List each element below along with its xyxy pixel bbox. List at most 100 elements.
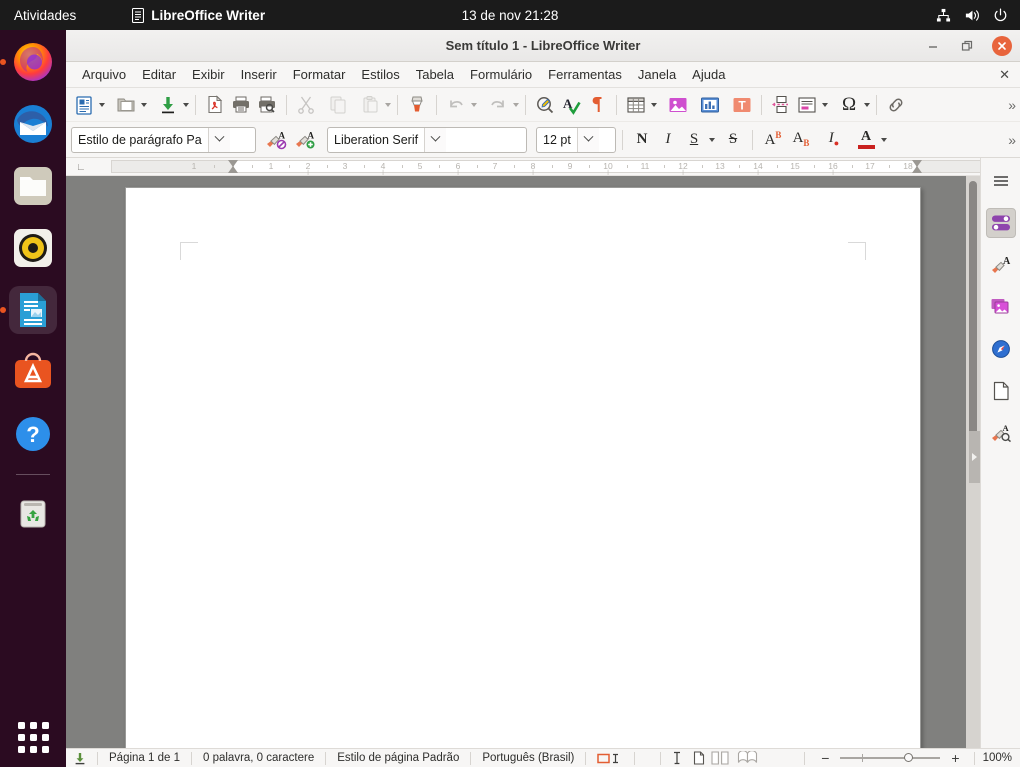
horizontal-ruler[interactable]: ∟ 1 1 2 3 4 5 6 7 8 9 10 11 12 13 14 15 … xyxy=(66,158,980,176)
sidebar-styles-button[interactable]: A xyxy=(986,250,1016,280)
language-status[interactable]: Português (Brasil) xyxy=(482,752,574,764)
power-icon[interactable] xyxy=(993,8,1008,23)
activities-button[interactable]: Atividades xyxy=(14,8,76,23)
dock-item-rhythmbox[interactable] xyxy=(9,224,57,272)
close-document-button[interactable]: ✕ xyxy=(999,67,1010,83)
menu-estilos[interactable]: Estilos xyxy=(353,64,407,85)
export-pdf-button[interactable] xyxy=(202,92,228,118)
new-style-button[interactable]: A xyxy=(292,127,318,153)
menu-tabela[interactable]: Tabela xyxy=(408,64,462,85)
dock-item-help[interactable]: ? xyxy=(9,410,57,458)
menu-exibir[interactable]: Exibir xyxy=(184,64,233,85)
menu-ferramentas[interactable]: Ferramentas xyxy=(540,64,630,85)
redo-dropdown[interactable] xyxy=(513,102,519,107)
clear-formatting-button[interactable]: I● xyxy=(820,127,848,153)
zoom-slider-track[interactable] xyxy=(840,753,941,762)
save-status-icon[interactable] xyxy=(74,752,86,765)
close-button[interactable] xyxy=(992,35,1012,56)
undo-button[interactable] xyxy=(443,92,469,118)
copy-button[interactable] xyxy=(325,92,351,118)
network-icon[interactable] xyxy=(936,8,951,23)
zoom-out-button[interactable]: − xyxy=(815,751,835,765)
insert-page-break-button[interactable] xyxy=(768,92,794,118)
save-button[interactable] xyxy=(155,92,181,118)
formatting-toolbar-overflow-button[interactable]: » xyxy=(1008,132,1016,148)
print-button[interactable] xyxy=(228,92,254,118)
system-tray[interactable] xyxy=(936,8,1008,23)
special-character-dropdown[interactable] xyxy=(864,102,870,107)
zoom-slider[interactable] xyxy=(840,753,941,762)
sidebar-page-button[interactable] xyxy=(986,376,1016,406)
insert-text-box-button[interactable]: T xyxy=(729,92,755,118)
paragraph-style-value[interactable]: Estilo de parágrafo Pa xyxy=(72,128,208,152)
insert-field-button[interactable] xyxy=(794,92,820,118)
sidebar-show-hide-button[interactable] xyxy=(969,431,980,483)
multi-page-view-icon[interactable] xyxy=(711,751,731,765)
zoom-slider-handle[interactable] xyxy=(904,753,914,762)
standard-toolbar-overflow-button[interactable]: » xyxy=(1008,97,1016,113)
zoom-in-button[interactable]: + xyxy=(945,751,965,765)
font-color-button[interactable]: A xyxy=(853,127,879,153)
font-name-value[interactable]: Liberation Serif xyxy=(328,128,424,152)
menu-formulario[interactable]: Formulário xyxy=(462,64,540,85)
paragraph-style-combo[interactable]: Estilo de parágrafo Pa xyxy=(71,126,256,153)
single-page-view-icon[interactable] xyxy=(693,751,705,765)
sidebar-settings-button[interactable] xyxy=(986,166,1016,196)
maximize-button[interactable] xyxy=(958,37,976,55)
topbar-app-indicator[interactable]: LibreOffice Writer xyxy=(132,7,265,23)
insert-table-dropdown[interactable] xyxy=(651,102,657,107)
spelling-button[interactable]: A xyxy=(558,92,584,118)
sidebar-navigator-button[interactable] xyxy=(986,334,1016,364)
clone-formatting-button[interactable] xyxy=(404,92,430,118)
menu-janela[interactable]: Janela xyxy=(630,64,684,85)
new-document-dropdown[interactable] xyxy=(99,102,105,107)
italic-button[interactable]: I xyxy=(655,127,681,153)
sidebar-gallery-button[interactable] xyxy=(986,292,1016,322)
minimize-button[interactable] xyxy=(924,37,942,55)
save-dropdown[interactable] xyxy=(183,102,189,107)
font-size-value[interactable]: 12 pt xyxy=(537,128,577,152)
font-size-combo[interactable]: 12 pt xyxy=(536,126,616,153)
font-name-dropdown[interactable] xyxy=(424,127,447,152)
underline-dropdown[interactable] xyxy=(709,137,715,142)
dock-item-trash[interactable] xyxy=(9,489,57,537)
dock-item-firefox[interactable] xyxy=(0,38,57,86)
strikethrough-button[interactable]: S xyxy=(720,127,746,153)
selection-mode-icon[interactable] xyxy=(597,752,623,765)
redo-button[interactable] xyxy=(485,92,511,118)
dock-item-ubuntu-software[interactable] xyxy=(9,348,57,396)
font-name-combo[interactable]: Liberation Serif xyxy=(327,126,527,153)
bold-button[interactable]: N xyxy=(629,127,655,153)
sidebar-style-inspector-button[interactable]: A xyxy=(986,418,1016,448)
open-dropdown[interactable] xyxy=(141,102,147,107)
underline-button[interactable]: S xyxy=(681,127,707,153)
open-button[interactable] xyxy=(113,92,139,118)
text-cursor-icon[interactable] xyxy=(672,751,682,765)
font-color-dropdown[interactable] xyxy=(881,137,887,142)
menu-arquivo[interactable]: Arquivo xyxy=(74,64,134,85)
menu-inserir[interactable]: Inserir xyxy=(233,64,285,85)
page-style[interactable]: Estilo de página Padrão xyxy=(337,752,459,764)
update-style-button[interactable]: A xyxy=(263,127,289,153)
document-page[interactable] xyxy=(125,187,921,748)
menu-ajuda[interactable]: Ajuda xyxy=(684,64,733,85)
paragraph-style-dropdown[interactable] xyxy=(207,127,230,152)
volume-icon[interactable] xyxy=(964,8,980,23)
zoom-level[interactable]: 100% xyxy=(983,752,1012,764)
special-character-button[interactable]: Ω xyxy=(836,92,862,118)
font-size-dropdown[interactable] xyxy=(576,127,599,152)
menu-formatar[interactable]: Formatar xyxy=(285,64,354,85)
book-view-icon[interactable] xyxy=(737,751,759,765)
sidebar-properties-button[interactable] xyxy=(985,208,1016,238)
insert-image-button[interactable] xyxy=(665,92,691,118)
insert-chart-button[interactable] xyxy=(697,92,723,118)
subscript-button[interactable]: AB xyxy=(787,127,815,153)
new-document-button[interactable] xyxy=(71,92,97,118)
dock-item-libreoffice-writer[interactable] xyxy=(0,286,57,334)
word-count[interactable]: 0 palavra, 0 caractere xyxy=(203,752,314,764)
cut-button[interactable] xyxy=(293,92,319,118)
superscript-button[interactable]: AB xyxy=(759,127,787,153)
print-preview-button[interactable] xyxy=(254,92,280,118)
paste-dropdown[interactable] xyxy=(385,102,391,107)
menu-editar[interactable]: Editar xyxy=(134,64,184,85)
